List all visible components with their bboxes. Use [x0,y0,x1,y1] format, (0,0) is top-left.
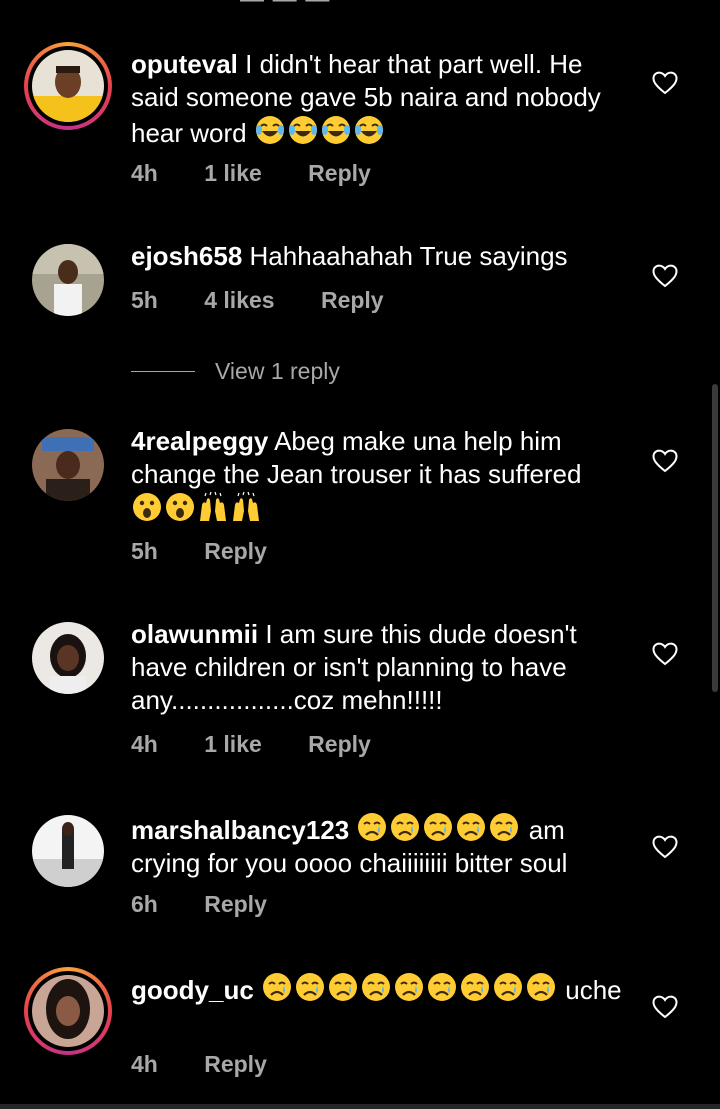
avatar [32,50,104,122]
comment-time: 5h [131,287,158,313]
emoji-icon [329,973,358,1001]
emoji-icon [490,813,519,841]
emoji-icon [233,491,259,521]
emoji-icon [200,491,226,521]
comment-time: 4h [131,1051,158,1077]
reply-button[interactable]: Reply [308,731,371,758]
emoji-icon [362,973,391,1001]
avatar[interactable] [32,815,104,887]
emoji-icon [428,973,457,1001]
emoji-icon [133,493,161,521]
reply-button[interactable]: Reply [321,287,384,314]
emoji-icon [461,973,490,1001]
comment-text: uche [565,975,622,1005]
bottom-divider [0,1104,720,1109]
comment-time: 6h [131,891,158,917]
heart-outline-icon[interactable] [652,642,678,666]
avatar-with-story-ring[interactable] [24,967,112,1055]
comment-text: Hahhaahahah True sayings [249,241,568,271]
emoji-icon [288,116,317,144]
comment-like-count[interactable]: 1 like [204,731,262,758]
comment-username[interactable]: ejosh658 [131,241,242,271]
comment-emojis [131,491,263,525]
emoji-icon [527,973,556,1001]
heart-outline-icon[interactable] [652,264,678,288]
emoji-icon [391,813,420,841]
comment-time: 4h [131,160,158,186]
comment-username[interactable]: olawunmii [131,619,258,649]
scrollbar[interactable] [712,384,718,692]
heart-outline-icon[interactable] [652,71,678,95]
comment-like-count[interactable]: 1 like [204,160,262,187]
emoji-icon [354,116,383,144]
comment-time: 5h [131,538,158,564]
view-replies-divider [131,370,195,372]
avatar-with-story-ring[interactable] [24,42,112,130]
heart-outline-icon[interactable] [652,835,678,859]
heart-outline-icon[interactable] [652,995,678,1019]
comment-time: 4h [131,731,158,757]
comment-emojis [356,813,521,845]
emoji-icon [166,493,194,521]
emoji-icon [321,116,350,144]
reply-button[interactable]: Reply [204,1051,267,1078]
avatar [32,975,104,1047]
comment-username[interactable]: goody_uc [131,975,254,1005]
emoji-icon [263,973,292,1001]
reply-button[interactable]: Reply [204,891,267,918]
comment-emojis [254,116,386,148]
reply-button[interactable]: Reply [308,160,371,187]
emoji-icon [424,813,453,841]
emoji-icon [296,973,325,1001]
avatar[interactable] [32,429,104,501]
previous-view-replies-fragment: — — — [240,0,330,14]
comment-username[interactable]: 4realpeggy [131,426,268,456]
emoji-icon [494,973,523,1001]
comment-username[interactable]: marshalbancy123 [131,815,349,845]
reply-button[interactable]: Reply [204,538,267,565]
comment-username[interactable]: oputeval [131,49,238,79]
avatar[interactable] [32,244,104,316]
comment-emojis [261,973,558,1005]
emoji-icon [395,973,424,1001]
emoji-icon [255,116,284,144]
emoji-icon [457,813,486,841]
avatar[interactable] [32,622,104,694]
view-replies-label[interactable]: View 1 reply [215,358,340,385]
view-replies-button[interactable]: View 1 reply [131,356,340,386]
emoji-icon [358,813,387,841]
comment-like-count[interactable]: 4 likes [204,287,274,314]
heart-outline-icon[interactable] [652,449,678,473]
